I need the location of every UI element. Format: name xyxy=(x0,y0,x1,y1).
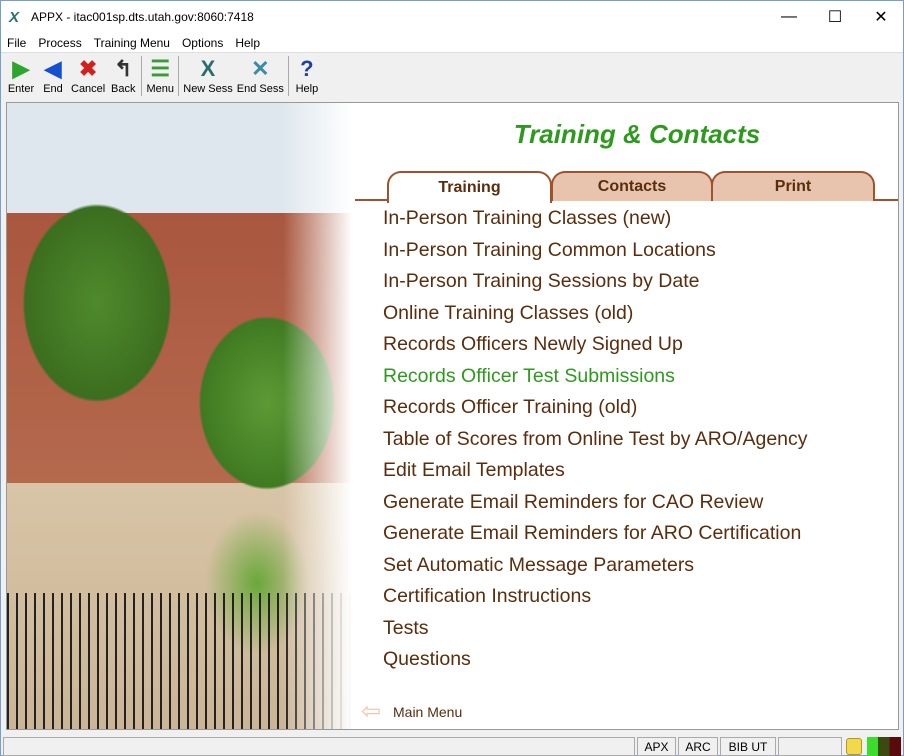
status-bar: APX ARC BIB UT xyxy=(1,736,903,756)
status-empty xyxy=(778,737,842,756)
menu-item[interactable]: Tests xyxy=(383,617,808,649)
toolbar-label: Menu xyxy=(146,83,175,95)
menu-item[interactable]: In-Person Training Sessions by Date xyxy=(383,270,808,302)
toolbar-label: End Sess xyxy=(236,83,284,95)
menu-item[interactable]: Edit Email Templates xyxy=(383,459,808,491)
menu-item[interactable]: Set Automatic Message Parameters xyxy=(383,554,808,586)
window-title: APPX - itac001sp.dts.utah.gov:8060:7418 xyxy=(31,10,254,24)
menu-training-menu[interactable]: Training Menu xyxy=(88,36,176,50)
help-icon: ? xyxy=(300,56,314,81)
menu-item[interactable]: Generate Email Reminders for ARO Certifi… xyxy=(383,522,808,554)
menu-item[interactable]: Certification Instructions xyxy=(383,585,808,617)
menu-help[interactable]: Help xyxy=(229,36,266,50)
status-arc: ARC xyxy=(678,737,718,756)
menu-file[interactable]: File xyxy=(1,36,32,50)
list-icon: ☰ xyxy=(150,56,171,81)
menu-item[interactable]: In-Person Training Common Locations xyxy=(383,239,808,271)
close-button[interactable]: ✕ xyxy=(858,1,904,33)
enter-button[interactable]: ▶ Enter xyxy=(5,53,37,97)
menu-options[interactable]: Options xyxy=(176,36,229,50)
toolbar-label: Enter xyxy=(7,83,35,95)
new-session-icon: X xyxy=(200,56,216,81)
toolbar-separator xyxy=(287,56,289,96)
maximize-button[interactable]: ☐ xyxy=(812,1,858,33)
toolbar-separator xyxy=(141,56,143,96)
page-title: Training & Contacts xyxy=(513,119,761,149)
menu-button[interactable]: ☰ Menu xyxy=(144,53,176,97)
minimize-button[interactable]: — xyxy=(766,1,812,33)
main-menu-link[interactable]: ⇦ Main Menu xyxy=(361,698,463,725)
toolbar-label: Help xyxy=(295,83,319,95)
tab-bar: Training Contacts Print xyxy=(355,171,898,203)
status-bib: BIB UT xyxy=(720,737,776,756)
menu-bar: File Process Training Menu Options Help xyxy=(1,33,903,53)
lock-icon xyxy=(846,738,862,755)
menu-item[interactable]: Table of Scores from Online Test by ARO/… xyxy=(383,428,808,460)
appx-logo-icon: X xyxy=(9,8,20,26)
main-panel: Training & Contacts Training Contacts Pr… xyxy=(6,102,899,730)
left-arrow-icon: ⇦ xyxy=(361,698,382,725)
menu-item[interactable]: Records Officer Training (old) xyxy=(383,396,808,428)
toolbar-label: Back xyxy=(111,83,136,95)
play-icon: ▶ xyxy=(12,56,30,81)
menu-item[interactable]: In-Person Training Classes (new) xyxy=(383,207,808,239)
cancel-button[interactable]: ✖ Cancel xyxy=(69,53,107,97)
menu-list: In-Person Training Classes (new) In-Perso… xyxy=(383,207,808,680)
menu-item[interactable]: Records Officers Newly Signed Up xyxy=(383,333,808,365)
back-step-icon: ↰ xyxy=(114,56,133,81)
main-menu-label: Main Menu xyxy=(393,704,463,720)
title-bar: X APPX - itac001sp.dts.utah.gov:8060:741… xyxy=(1,1,903,33)
menu-item[interactable]: Questions xyxy=(383,648,808,680)
menu-item[interactable]: Generate Email Reminders for CAO Review xyxy=(383,491,808,523)
back-button[interactable]: ↰ Back xyxy=(107,53,139,97)
toolbar-separator xyxy=(178,56,180,96)
status-apx: APX xyxy=(637,737,676,756)
toolbar: ▶ Enter ◀ End ✖ Cancel ↰ Back ☰ Menu X New Sess ✕ End… xyxy=(1,53,903,99)
tab-contacts[interactable]: Contacts xyxy=(551,171,713,201)
cancel-icon: ✖ xyxy=(78,56,98,81)
new-sess-button[interactable]: X New Sess xyxy=(181,53,235,97)
tab-training[interactable]: Training xyxy=(387,171,552,203)
back-arrow-icon: ◀ xyxy=(44,56,62,81)
menu-item[interactable]: Online Training Classes (old) xyxy=(383,302,808,334)
help-button[interactable]: ? Help xyxy=(291,53,323,97)
toolbar-label: New Sess xyxy=(183,83,233,95)
menu-item[interactable]: Records Officer Test Submissions xyxy=(383,365,808,397)
connection-lights-icon xyxy=(867,737,901,756)
tab-print[interactable]: Print xyxy=(711,171,875,201)
toolbar-label: End xyxy=(43,83,63,95)
toolbar-label: Cancel xyxy=(71,83,106,95)
end-session-icon: ✕ xyxy=(251,56,270,81)
building-photo xyxy=(7,103,352,729)
end-button[interactable]: ◀ End xyxy=(37,53,69,97)
end-sess-button[interactable]: ✕ End Sess xyxy=(235,53,286,97)
status-message xyxy=(3,737,635,756)
menu-process[interactable]: Process xyxy=(32,36,87,50)
